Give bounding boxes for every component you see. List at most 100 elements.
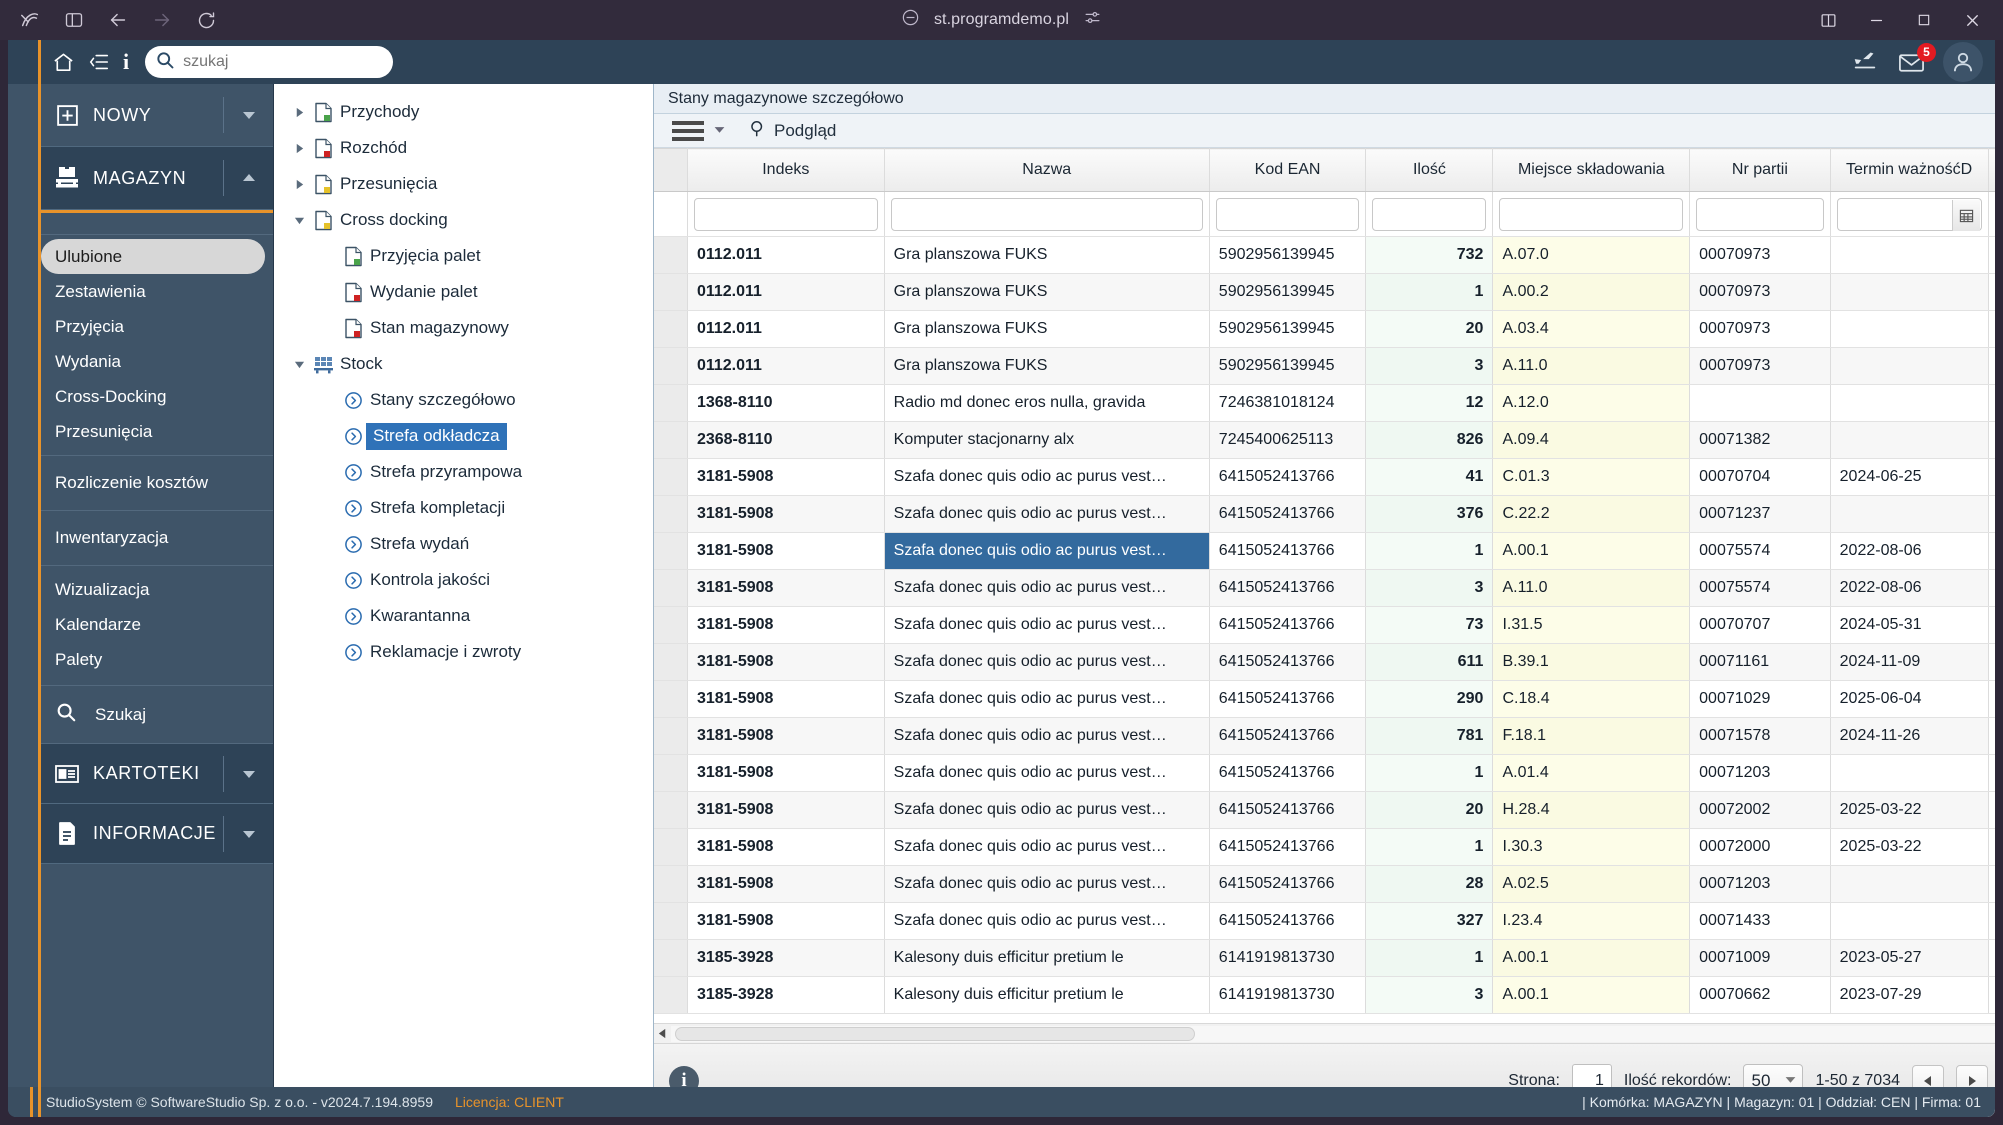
table-cell-termin[interactable] — [1830, 902, 1989, 940]
table-cell-partia[interactable]: 00070704 — [1689, 458, 1831, 496]
tree-expander-icon[interactable] — [288, 179, 310, 190]
table-row[interactable]: 3185-3928 Kalesony duis efficitur pretium… — [654, 939, 1995, 977]
column-header[interactable]: Nr partii — [1689, 148, 1831, 192]
table-row[interactable]: 2368-8110 Komputer stacjonarny alx 7245400… — [654, 421, 1995, 459]
table-cell-miejsce[interactable]: A.11.0 — [1492, 569, 1691, 607]
table-cell-ean[interactable]: 6415052413766 — [1209, 865, 1367, 903]
table-cell-termin[interactable] — [1830, 384, 1989, 422]
table-cell-nazwa[interactable]: Szafa donec quis odio ac purus vest… — [884, 754, 1210, 792]
search-input[interactable] — [183, 53, 386, 71]
table-cell-ilosc[interactable]: 28 — [1365, 865, 1494, 903]
table-cell-nazwa[interactable]: Szafa donec quis odio ac purus vest… — [884, 828, 1210, 866]
address-bar-url[interactable]: st.programdemo.pl — [934, 11, 1069, 29]
shipment-icon[interactable] — [1850, 47, 1880, 78]
table-cell-termin[interactable] — [1830, 347, 1989, 385]
sidebar-item-wizualizacja[interactable]: Wizualizacja — [41, 572, 273, 607]
sidebar-item-ulubione[interactable]: Ulubione — [41, 239, 265, 274]
table-row[interactable]: 0112.011 Gra planszowa FUKS 5902956139945 3… — [654, 347, 1995, 385]
table-cell-ilosc[interactable]: 1 — [1365, 828, 1494, 866]
row-selector-cell[interactable] — [654, 976, 688, 1014]
table-cell-ean[interactable]: 6415052413766 — [1209, 532, 1367, 570]
table-cell-nazwa[interactable]: Szafa donec quis odio ac purus vest… — [884, 569, 1210, 607]
tree-item[interactable]: Strefa kompletacji — [274, 490, 653, 526]
table-row[interactable]: 3181-5908 Szafa donec quis odio ac purus … — [654, 754, 1995, 792]
table-cell-miejsce[interactable]: A.11.0 — [1492, 347, 1691, 385]
table-cell-partia[interactable]: 00070973 — [1689, 347, 1831, 385]
horizontal-scrollbar[interactable] — [654, 1023, 1995, 1043]
table-row[interactable]: 3181-5908 Szafa donec quis odio ac purus … — [654, 606, 1995, 644]
tree-item[interactable]: Rozchód — [274, 130, 653, 166]
table-cell-partia[interactable]: 00070973 — [1689, 273, 1831, 311]
filter-input-termin[interactable] — [1836, 197, 1982, 231]
row-selector-cell[interactable] — [654, 310, 688, 348]
table-cell-ilosc[interactable]: 20 — [1365, 791, 1494, 829]
tree-item[interactable]: Kwarantanna — [274, 598, 653, 634]
table-cell-indeks[interactable]: 3181-5908 — [687, 643, 885, 681]
tree-item[interactable]: Przychody — [274, 94, 653, 130]
column-header[interactable]: Kod EAN — [1209, 148, 1367, 192]
table-cell-indeks[interactable]: 2368-8110 — [687, 421, 885, 459]
scrollbar-thumb[interactable] — [675, 1026, 1195, 1041]
table-cell-partia[interactable]: 00075574 — [1689, 532, 1831, 570]
filter-input[interactable] — [890, 197, 1203, 231]
table-cell-miejsce[interactable]: A.12.0 — [1492, 384, 1691, 422]
table-cell-termin[interactable] — [1830, 236, 1989, 274]
sidebar-item-inwentaryzacja[interactable]: Inwentaryzacja — [41, 520, 273, 555]
table-cell-miejsce[interactable]: A.00.1 — [1492, 976, 1691, 1014]
table-cell-partia[interactable]: 00070973 — [1689, 310, 1831, 348]
row-selector-cell[interactable] — [654, 236, 688, 274]
table-cell-indeks[interactable]: 3185-3928 — [687, 939, 885, 977]
table-cell-indeks[interactable]: 3181-5908 — [687, 828, 885, 866]
table-cell-ean[interactable]: 6415052413766 — [1209, 569, 1367, 607]
table-cell-partia[interactable]: 00071161 — [1689, 643, 1831, 681]
table-cell-indeks[interactable]: 3181-5908 — [687, 680, 885, 718]
table-cell-ilosc[interactable]: 1 — [1365, 532, 1494, 570]
table-cell-miejsce[interactable]: A.07.0 — [1492, 236, 1691, 274]
row-selector-cell[interactable] — [654, 902, 688, 940]
table-cell-partia[interactable]: 00070707 — [1689, 606, 1831, 644]
row-selector-cell[interactable] — [654, 495, 688, 533]
sidebar-item-zestawienia[interactable]: Zestawienia — [41, 274, 273, 309]
table-cell-indeks[interactable]: 0112.011 — [687, 236, 885, 274]
table-cell-nazwa[interactable]: Szafa donec quis odio ac purus vest… — [884, 717, 1210, 755]
row-selector-cell[interactable] — [654, 791, 688, 829]
chevron-down-icon[interactable] — [223, 756, 273, 792]
row-selector-cell[interactable] — [654, 754, 688, 792]
sidebar-item-palety[interactable]: Palety — [41, 642, 273, 677]
chevron-down-icon[interactable] — [223, 816, 273, 852]
table-cell-partia[interactable]: 00070973 — [1689, 236, 1831, 274]
table-row[interactable]: 3181-5908 Szafa donec quis odio ac purus … — [654, 791, 1995, 829]
minimize-icon[interactable] — [1853, 2, 1899, 38]
table-cell-partia[interactable]: 00071382 — [1689, 421, 1831, 459]
info-icon[interactable]: i — [123, 49, 129, 75]
sidebar-item-kalendarze[interactable]: Kalendarze — [41, 607, 273, 642]
table-cell-ean[interactable]: 6141919813730 — [1209, 939, 1367, 977]
row-selector-cell[interactable] — [654, 421, 688, 459]
table-cell-nazwa[interactable]: Szafa donec quis odio ac purus vest… — [884, 791, 1210, 829]
table-cell-indeks[interactable]: 3181-5908 — [687, 902, 885, 940]
sidebar-section-kartoteki[interactable]: KARTOTEKI — [41, 744, 273, 804]
table-cell-miejsce[interactable]: A.03.4 — [1492, 310, 1691, 348]
sidebar-item-cross-docking[interactable]: Cross-Docking — [41, 379, 273, 414]
table-cell-ean[interactable]: 6415052413766 — [1209, 643, 1367, 681]
table-cell-ilosc[interactable]: 327 — [1365, 902, 1494, 940]
table-cell-ilosc[interactable]: 73 — [1365, 606, 1494, 644]
home-icon[interactable] — [52, 51, 75, 74]
table-cell-indeks[interactable]: 3185-3928 — [687, 976, 885, 1014]
table-row[interactable]: 3181-5908 Szafa donec quis odio ac purus … — [654, 865, 1995, 903]
table-cell-nazwa[interactable]: Gra planszowa FUKS — [884, 310, 1210, 348]
table-cell-nazwa[interactable]: Szafa donec quis odio ac purus vest… — [884, 532, 1210, 570]
table-row[interactable]: 3181-5908 Szafa donec quis odio ac purus … — [654, 569, 1995, 607]
tree-item[interactable]: Stan magazynowy — [274, 310, 653, 346]
tree-item[interactable]: Stock — [274, 346, 653, 382]
table-row[interactable]: 3181-5908 Szafa donec quis odio ac purus … — [654, 828, 1995, 866]
table-cell-miejsce[interactable]: A.00.1 — [1492, 532, 1691, 570]
table-cell-nazwa[interactable]: Gra planszowa FUKS — [884, 236, 1210, 274]
table-cell-ilosc[interactable]: 20 — [1365, 310, 1494, 348]
table-row[interactable]: 3181-5908 Szafa donec quis odio ac purus … — [654, 643, 1995, 681]
sidebar-item-przyjecia[interactable]: Przyjęcia — [41, 309, 273, 344]
table-cell-termin[interactable]: 2025-06-04 — [1830, 680, 1989, 718]
table-cell-ilosc[interactable]: 826 — [1365, 421, 1494, 459]
table-cell-nazwa[interactable]: Gra planszowa FUKS — [884, 347, 1210, 385]
table-cell-termin[interactable]: 2022-08-06 — [1830, 569, 1989, 607]
